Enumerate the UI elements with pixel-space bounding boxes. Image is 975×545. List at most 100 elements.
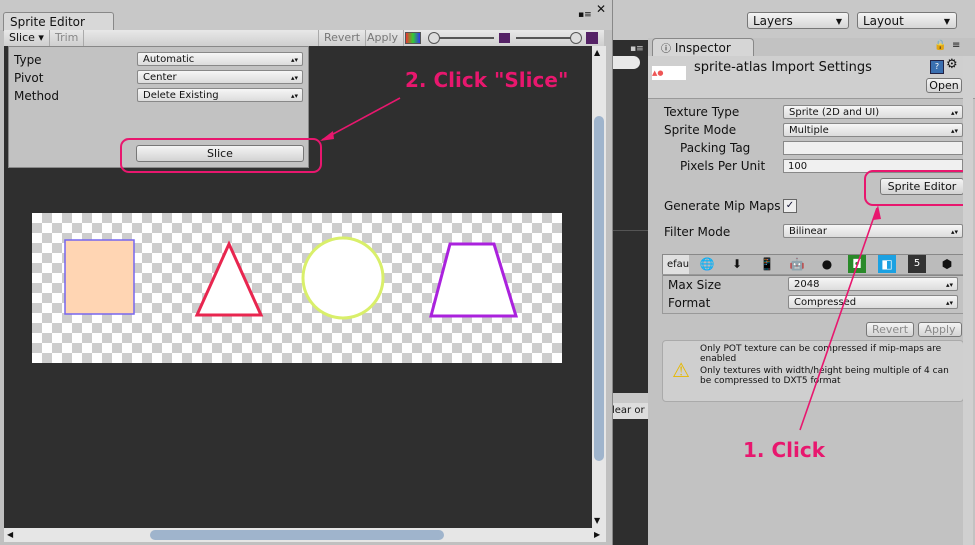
method-value: Delete Existing	[143, 90, 219, 101]
slice-menu-button[interactable]: Slice ▾	[4, 30, 50, 46]
sprite-mode-value: Multiple	[789, 125, 829, 136]
triangle-sprite	[194, 240, 264, 317]
gear-icon[interactable]: ⚙	[946, 57, 958, 72]
chevron-updown-icon: ▴▾	[950, 228, 958, 236]
html5-platform-icon[interactable]: 5	[908, 255, 926, 273]
chevron-down-icon: ▼	[943, 17, 950, 26]
type-value: Automatic	[143, 54, 195, 65]
inspector-scrollbar[interactable]	[963, 56, 973, 545]
ios-platform-icon[interactable]: 📱	[758, 255, 776, 273]
chevron-updown-icon: ▴▾	[945, 299, 953, 307]
format-dropdown[interactable]: Compressed ▴▾	[788, 295, 958, 309]
sprite-shapes	[64, 236, 519, 320]
mip-small-icon	[499, 33, 510, 43]
sprite-editor-highlight	[864, 170, 972, 206]
xbox-platform-icon[interactable]: ◘	[848, 255, 866, 273]
chevron-updown-icon: ▴▾	[290, 92, 298, 100]
texture-type-label: Texture Type	[664, 105, 740, 119]
horizontal-scroll-thumb[interactable]	[150, 530, 444, 540]
panel-menu-icon[interactable]: ▪≡	[578, 10, 592, 20]
sprite-mode-label: Sprite Mode	[664, 123, 737, 137]
sprite-editor-toolbar: Slice ▾ Trim Revert Apply	[4, 30, 604, 47]
web-platform-icon[interactable]: 🌐	[698, 255, 716, 273]
max-size-dropdown[interactable]: 2048 ▴▾	[788, 277, 958, 291]
chevron-down-icon: ▼	[835, 17, 842, 26]
trim-button[interactable]: Trim	[50, 30, 85, 46]
annotation-step2: 2. Click "Slice"	[405, 68, 569, 92]
mipmaps-checkbox[interactable]: ✓	[783, 199, 797, 213]
packing-tag-label: Packing Tag	[680, 141, 751, 155]
cube-platform-icon[interactable]: ⬢	[938, 255, 956, 273]
scroll-down-icon[interactable]: ▼	[594, 516, 600, 525]
blackberry-platform-icon[interactable]: ●	[818, 255, 836, 273]
slice-button-highlight	[120, 138, 322, 173]
tab-default-platform[interactable]: efau	[663, 255, 689, 274]
info-icon: ⓘ	[661, 44, 671, 55]
main-toolbar: Layers ▼ Layout ▼	[612, 0, 975, 40]
scroll-right-icon[interactable]: ▶	[594, 530, 600, 539]
revert-button[interactable]: Revert	[318, 30, 367, 46]
inspector-title: sprite-atlas Import Settings	[694, 60, 872, 75]
clear-on-play-button[interactable]: lear or	[612, 403, 648, 419]
chevron-updown-icon: ▴▾	[945, 281, 953, 289]
close-icon[interactable]: ✕	[592, 0, 610, 18]
pivot-label: Pivot	[14, 71, 44, 85]
filter-mode-dropdown[interactable]: Bilinear ▴▾	[783, 224, 963, 238]
android-platform-icon[interactable]: 🤖	[788, 255, 806, 273]
annotation-step1: 1. Click	[743, 438, 826, 462]
strip-divider	[612, 230, 648, 231]
chevron-updown-icon: ▴▾	[950, 109, 958, 117]
mip-slider-handle[interactable]	[570, 32, 582, 44]
method-dropdown[interactable]: Delete Existing ▴▾	[137, 88, 303, 102]
ppu-label: Pixels Per Unit	[680, 159, 766, 173]
scroll-up-icon[interactable]: ▲	[594, 48, 600, 57]
tab-sprite-editor[interactable]: Sprite Editor	[3, 12, 114, 31]
vertical-scroll-thumb[interactable]	[594, 116, 604, 461]
color-channel-icon[interactable]	[405, 32, 421, 44]
zoom-slider-track[interactable]	[436, 37, 494, 39]
apply-button[interactable]: Apply	[362, 30, 405, 46]
vertical-scrollbar[interactable]: ▲ ▼	[592, 46, 606, 528]
sprite-atlas-texture	[32, 213, 562, 363]
hierarchy-strip: ▪≡ lear or	[612, 40, 648, 545]
tab-inspector[interactable]: ⓘ Inspector	[652, 38, 754, 57]
strip-menu-icon[interactable]: ▪≡	[630, 44, 644, 54]
texture-type-dropdown[interactable]: Sprite (2D and UI) ▴▾	[783, 105, 963, 119]
circle-sprite	[301, 236, 385, 320]
layout-dropdown[interactable]: Layout ▼	[857, 12, 957, 29]
revert-button[interactable]: Revert	[866, 322, 914, 337]
warning-text-2: Only textures with width/height being mu…	[700, 366, 949, 386]
horizontal-scrollbar[interactable]: ◀ ▶	[4, 528, 606, 542]
mipmaps-label: Generate Mip Maps	[664, 199, 781, 213]
layout-label: Layout	[863, 14, 904, 28]
format-value: Compressed	[794, 297, 857, 308]
scroll-left-icon[interactable]: ◀	[7, 530, 13, 539]
windows-store-platform-icon[interactable]: ◧	[878, 255, 896, 273]
type-dropdown[interactable]: Automatic ▴▾	[137, 52, 303, 66]
square-sprite	[64, 239, 135, 315]
strip-search[interactable]	[612, 56, 640, 69]
pivot-dropdown[interactable]: Center ▴▾	[137, 70, 303, 84]
max-size-label: Max Size	[668, 278, 722, 292]
trapezoid-sprite	[429, 242, 519, 318]
packing-tag-input[interactable]	[783, 141, 963, 155]
help-icon[interactable]: ?	[930, 60, 944, 74]
method-label: Method	[14, 89, 60, 103]
max-size-value: 2048	[794, 279, 820, 290]
lock-icon[interactable]: 🔒	[934, 40, 946, 51]
open-button[interactable]: Open	[926, 78, 962, 93]
warning-text-1: Only POT texture can be compressed if mi…	[700, 344, 942, 364]
texture-thumbnail-icon: ▲●	[652, 66, 686, 80]
warning-icon: ⚠	[672, 358, 690, 382]
mip-slider-track[interactable]	[516, 37, 574, 39]
sprite-mode-dropdown[interactable]: Multiple ▴▾	[783, 123, 963, 137]
download-platform-icon[interactable]: ⬇	[728, 255, 746, 273]
layers-dropdown[interactable]: Layers ▼	[747, 12, 849, 29]
layers-label: Layers	[753, 14, 793, 28]
filter-mode-label: Filter Mode	[664, 225, 731, 239]
chevron-updown-icon: ▴▾	[950, 127, 958, 135]
zoom-slider-handle[interactable]	[428, 32, 440, 44]
mip-large-icon	[586, 32, 598, 44]
panel-menu-icon[interactable]: ≡	[952, 40, 960, 51]
apply-button[interactable]: Apply	[918, 322, 962, 337]
